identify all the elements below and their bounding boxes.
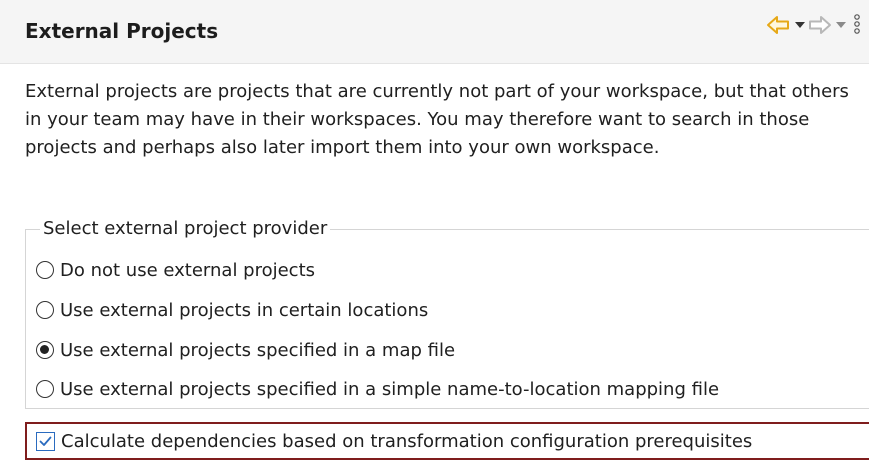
preference-page: External Projects External projects are … xyxy=(0,0,869,462)
radio-button-selected[interactable] xyxy=(36,341,54,359)
chevron-down-icon xyxy=(795,22,805,28)
dependency-checkbox[interactable] xyxy=(36,431,55,451)
radio-label: Use external projects specified in a map… xyxy=(60,339,456,361)
arrow-left-outline-icon xyxy=(767,16,789,34)
back-history-dropdown[interactable] xyxy=(794,12,806,38)
arrow-right-outline-icon xyxy=(809,16,831,34)
checkmark-icon xyxy=(39,436,52,446)
radio-option-mapping-file[interactable]: Use external projects specified in a sim… xyxy=(36,375,719,403)
page-header: External Projects xyxy=(0,0,869,64)
radio-option-none[interactable]: Do not use external projects xyxy=(36,256,315,284)
radio-label: Use external projects in certain locatio… xyxy=(60,299,429,321)
radio-option-locations[interactable]: Use external projects in certain locatio… xyxy=(36,296,428,324)
dependency-checkbox-label: Calculate dependencies based on transfor… xyxy=(61,430,753,452)
radio-button[interactable] xyxy=(36,380,54,398)
view-menu-button[interactable] xyxy=(852,12,862,38)
radio-label: Do not use external projects xyxy=(60,259,316,281)
page-title: External Projects xyxy=(25,19,219,43)
radio-button[interactable] xyxy=(36,301,54,319)
vertical-dots-icon xyxy=(854,14,860,34)
dependency-checkbox-row[interactable]: Calculate dependencies based on transfor… xyxy=(36,427,752,455)
radio-button[interactable] xyxy=(36,261,54,279)
forward-history-dropdown[interactable] xyxy=(835,12,847,38)
chevron-down-icon xyxy=(836,22,846,28)
radio-label: Use external projects specified in a sim… xyxy=(60,378,720,400)
page-description: External projects are projects that are … xyxy=(25,81,849,158)
radio-option-map-file[interactable]: Use external projects specified in a map… xyxy=(36,336,455,364)
forward-button[interactable] xyxy=(808,12,832,38)
provider-group-legend: Select external project provider xyxy=(40,217,331,241)
back-button[interactable] xyxy=(766,12,790,38)
